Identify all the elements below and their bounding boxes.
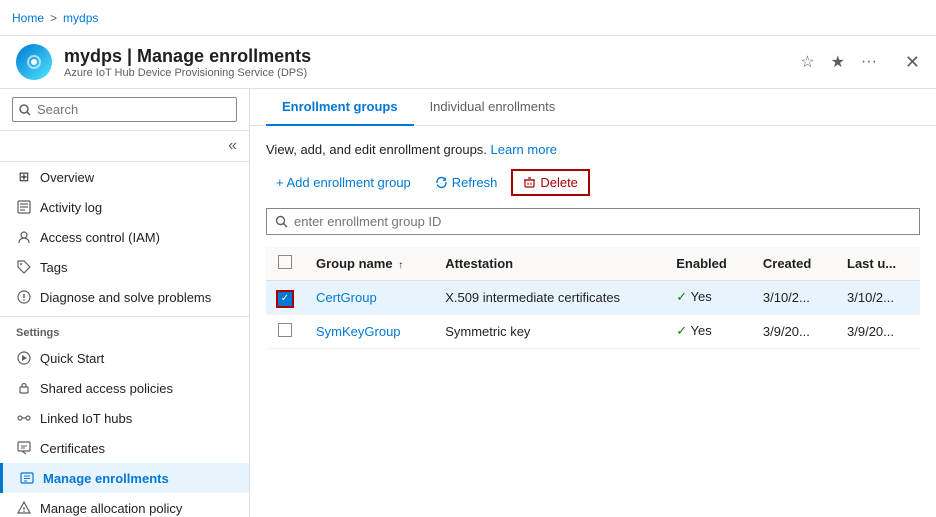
created-header: Created — [751, 247, 835, 281]
sidebar-item-label: Quick Start — [40, 351, 104, 366]
sidebar-item-linked-iot[interactable]: Linked IoT hubs — [0, 403, 249, 433]
collapse-sidebar-button[interactable]: « — [228, 137, 237, 155]
activity-log-icon — [16, 199, 32, 215]
settings-section-label: Settings — [0, 316, 249, 343]
sidebar-item-shared-access[interactable]: Shared access policies — [0, 373, 249, 403]
sidebar-item-access-control[interactable]: Access control (IAM) — [0, 222, 249, 252]
sidebar-item-diagnose[interactable]: Diagnose and solve problems — [0, 282, 249, 312]
sidebar-collapse-section: « — [0, 131, 249, 162]
breadcrumb-home[interactable]: Home — [12, 11, 44, 25]
check-icon: ✓ — [676, 289, 687, 304]
last-updated-cell: 3/9/20... — [835, 314, 920, 348]
enrollment-search-input[interactable] — [294, 214, 911, 229]
add-enrollment-group-button[interactable]: + Add enrollment group — [266, 170, 421, 195]
breadcrumb: Home > mydps — [12, 11, 98, 25]
tab-individual-enrollments[interactable]: Individual enrollments — [414, 89, 572, 126]
delete-icon — [523, 176, 536, 189]
sidebar-item-quick-start[interactable]: Quick Start — [0, 343, 249, 373]
manage-enrollments-icon — [19, 470, 35, 486]
group-name-link[interactable]: CertGroup — [316, 290, 377, 305]
sidebar-item-label: Linked IoT hubs — [40, 411, 132, 426]
table-row: CertGroup X.509 intermediate certificates… — [266, 281, 920, 315]
sort-arrow-icon: ↑ — [398, 260, 403, 271]
search-input[interactable] — [12, 97, 237, 122]
sidebar-item-manage-allocation[interactable]: Manage allocation policy — [0, 493, 249, 517]
sidebar-item-label: Manage enrollments — [43, 471, 169, 486]
breadcrumb-current[interactable]: mydps — [63, 11, 98, 25]
sidebar-item-manage-enrollments[interactable]: Manage enrollments — [0, 463, 249, 493]
tabs-bar: Enrollment groups Individual enrollments — [250, 89, 936, 126]
breadcrumb-bar: Home > mydps — [0, 0, 936, 36]
sidebar-item-label: Shared access policies — [40, 381, 173, 396]
sidebar-search-container — [0, 89, 249, 131]
attestation-cell: Symmetric key — [433, 314, 664, 348]
enabled-cell: ✓ Yes — [664, 314, 751, 348]
header-actions: ☆ ★ ··· — [796, 48, 881, 76]
sidebar-item-label: Manage allocation policy — [40, 501, 182, 516]
row-checkbox-symkeygroup[interactable] — [278, 323, 292, 337]
star-button[interactable]: ★ — [827, 48, 849, 76]
sidebar-item-label: Access control (IAM) — [40, 230, 160, 245]
group-name-link[interactable]: SymKeyGroup — [316, 324, 401, 339]
quick-start-icon — [16, 350, 32, 366]
page-header: mydps | Manage enrollments Azure IoT Hub… — [0, 36, 936, 89]
attestation-cell: X.509 intermediate certificates — [433, 281, 664, 315]
diagnose-icon — [16, 289, 32, 305]
sidebar-item-certificates[interactable]: Certificates — [0, 433, 249, 463]
linked-iot-icon — [16, 410, 32, 426]
overview-icon: ⊞ — [16, 169, 32, 185]
shared-access-icon — [16, 380, 32, 396]
sidebar-item-label: Certificates — [40, 441, 105, 456]
refresh-icon — [435, 176, 448, 189]
tags-icon — [16, 259, 32, 275]
last-updated-cell: 3/10/2... — [835, 281, 920, 315]
group-name-header: Group name ↑ — [304, 247, 433, 281]
sidebar-item-label: Activity log — [40, 200, 102, 215]
favorite-button[interactable]: ☆ — [796, 48, 818, 76]
content-panel: Enrollment groups Individual enrollments… — [250, 89, 936, 517]
page-subtitle: Azure IoT Hub Device Provisioning Servic… — [64, 67, 784, 79]
service-icon — [16, 44, 52, 80]
sidebar: « ⊞ Overview Activity log — [0, 89, 250, 517]
enrollment-search-bar — [266, 208, 920, 235]
select-all-header — [266, 247, 304, 281]
group-name-cell: CertGroup — [304, 281, 433, 315]
access-control-icon — [16, 229, 32, 245]
main-layout: « ⊞ Overview Activity log — [0, 89, 936, 517]
sidebar-item-label: Diagnose and solve problems — [40, 290, 211, 305]
sidebar-item-tags[interactable]: Tags — [0, 252, 249, 282]
created-cell: 3/10/2... — [751, 281, 835, 315]
check-icon: ✓ — [676, 323, 687, 338]
content-description: View, add, and edit enrollment groups. L… — [266, 142, 920, 157]
attestation-header: Attestation — [433, 247, 664, 281]
group-name-cell: SymKeyGroup — [304, 314, 433, 348]
select-all-checkbox[interactable] — [278, 255, 292, 269]
table-row: SymKeyGroupSymmetric key✓ Yes3/9/20...3/… — [266, 314, 920, 348]
refresh-button[interactable]: Refresh — [425, 170, 508, 195]
created-cell: 3/9/20... — [751, 314, 835, 348]
more-options-button[interactable]: ··· — [857, 49, 881, 75]
sidebar-item-activity-log[interactable]: Activity log — [0, 192, 249, 222]
tab-enrollment-groups[interactable]: Enrollment groups — [266, 89, 414, 126]
sidebar-item-label: Tags — [40, 260, 67, 275]
content-body: View, add, and edit enrollment groups. L… — [250, 126, 936, 517]
enabled-header: Enabled — [664, 247, 751, 281]
sidebar-item-label: Overview — [40, 170, 94, 185]
certificates-icon — [16, 440, 32, 456]
search-bar-icon — [275, 215, 288, 228]
sidebar-nav: ⊞ Overview Activity log — [0, 162, 249, 517]
page-title: mydps | Manage enrollments — [64, 46, 784, 67]
enrollment-table: Group name ↑ Attestation Enabled Created… — [266, 247, 920, 349]
enabled-cell: ✓ Yes — [664, 281, 751, 315]
delete-button[interactable]: Delete — [511, 169, 590, 196]
row-checkbox-certgroup[interactable] — [278, 292, 292, 306]
last-updated-header: Last u... — [835, 247, 920, 281]
manage-allocation-icon — [16, 500, 32, 516]
close-button[interactable]: ✕ — [905, 52, 920, 73]
breadcrumb-separator: > — [50, 11, 57, 25]
learn-more-link[interactable]: Learn more — [491, 142, 557, 157]
header-title-block: mydps | Manage enrollments Azure IoT Hub… — [64, 46, 784, 79]
toolbar: + Add enrollment group Refresh — [266, 169, 920, 196]
sidebar-item-overview[interactable]: ⊞ Overview — [0, 162, 249, 192]
